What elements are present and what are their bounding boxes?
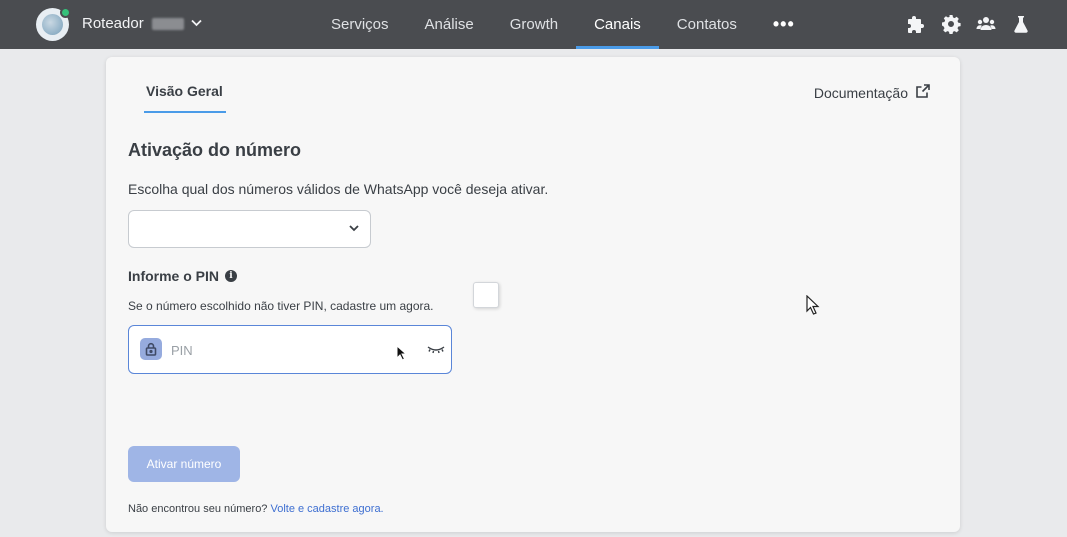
number-select[interactable] bbox=[128, 210, 371, 248]
org-name: Roteador bbox=[82, 15, 144, 32]
users-icon[interactable] bbox=[975, 13, 996, 34]
nav-item-contatos[interactable]: Contatos bbox=[659, 0, 755, 49]
pin-hint: Se o número escolhido não tiver PIN, cad… bbox=[128, 299, 434, 313]
gear-icon[interactable] bbox=[940, 13, 961, 34]
nav-item-growth[interactable]: Growth bbox=[492, 0, 576, 49]
nav-item-analise[interactable]: Análise bbox=[407, 0, 492, 49]
info-icon[interactable]: i bbox=[225, 270, 238, 282]
footer-note-text: Não encontrou seu número? bbox=[128, 503, 271, 515]
app-logo[interactable] bbox=[36, 7, 71, 41]
main-nav: Serviços Análise Growth Canais Contatos … bbox=[313, 0, 813, 49]
tab-visao-geral[interactable]: Visão Geral bbox=[146, 83, 223, 99]
channel-activation-card: Visão Geral Documentação Ativação do núm… bbox=[106, 57, 960, 532]
lock-icon bbox=[140, 338, 162, 360]
external-link-icon bbox=[916, 84, 930, 101]
nav-item-canais[interactable]: Canais bbox=[576, 0, 659, 49]
mouse-pointer-icon bbox=[806, 294, 820, 315]
flask-icon[interactable] bbox=[1010, 13, 1031, 34]
active-tab-indicator bbox=[144, 111, 226, 113]
activate-number-button[interactable]: Ativar número bbox=[128, 446, 240, 482]
register-again-link[interactable]: Volte e cadastre agora. bbox=[270, 503, 383, 515]
pin-input[interactable] bbox=[171, 340, 391, 360]
documentation-link[interactable]: Documentação bbox=[814, 84, 930, 101]
pin-label-text: Informe o PIN bbox=[128, 268, 220, 284]
documentation-label: Documentação bbox=[813, 84, 908, 101]
chevron-down-icon bbox=[191, 18, 202, 30]
online-status-dot bbox=[60, 7, 71, 18]
mouse-cursor-icon bbox=[396, 344, 408, 361]
section-description: Escolha qual dos números válidos de What… bbox=[128, 181, 549, 197]
org-name-redacted bbox=[151, 17, 184, 30]
nav-item-servicos[interactable]: Serviços bbox=[313, 0, 407, 49]
section-title: Ativação do número bbox=[128, 140, 302, 160]
puzzle-icon[interactable] bbox=[905, 13, 926, 34]
floating-checkbox[interactable] bbox=[473, 282, 499, 308]
org-switcher[interactable]: Roteador bbox=[82, 15, 202, 32]
header-actions bbox=[905, 13, 1031, 34]
pin-label: Informe o PIN i bbox=[128, 268, 238, 284]
chevron-down-icon bbox=[348, 221, 360, 233]
top-navbar: Roteador Serviços Análise Growth Canais … bbox=[0, 0, 1067, 49]
more-menu-button[interactable]: ••• bbox=[755, 0, 813, 49]
eye-closed-icon[interactable] bbox=[427, 342, 445, 356]
logo-mark bbox=[42, 14, 63, 35]
footer-note: Não encontrou seu número? Volte e cadast… bbox=[128, 503, 384, 515]
